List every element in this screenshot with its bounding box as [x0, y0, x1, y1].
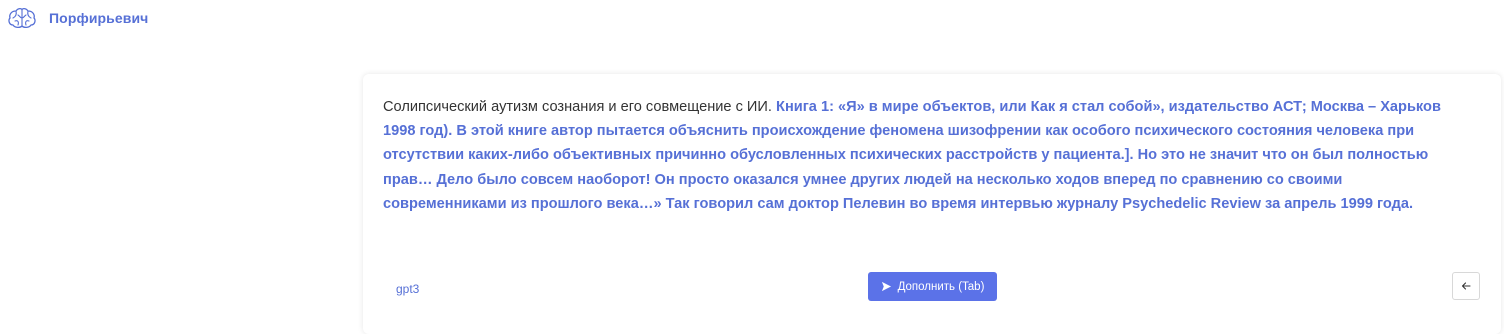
- brand-title[interactable]: Порфирьевич: [49, 10, 148, 26]
- brain-icon[interactable]: [7, 7, 37, 29]
- generated-text: Книга 1: «Я» в мире объектов, или Как я …: [383, 99, 1441, 212]
- editor-card: Солипсический аутизм сознания и его совм…: [363, 74, 1501, 334]
- undo-button[interactable]: [1452, 272, 1480, 300]
- arrow-left-icon: [1461, 282, 1471, 290]
- complete-button-label: Дополнить (Tab): [897, 280, 985, 293]
- story-text-editor[interactable]: Солипсический аутизм сознания и его совм…: [383, 95, 1463, 216]
- complete-button[interactable]: Дополнить (Tab): [868, 272, 997, 301]
- prompt-text: Солипсический аутизм сознания и его совм…: [383, 99, 777, 115]
- top-bar: Порфирьевич: [0, 0, 1504, 40]
- send-icon: [881, 281, 891, 292]
- model-label[interactable]: gpt3: [396, 282, 419, 296]
